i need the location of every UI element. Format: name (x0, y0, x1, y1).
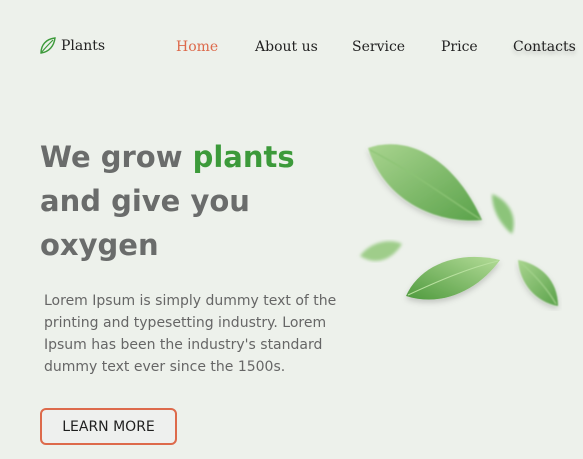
falling-leaves-image (340, 120, 583, 330)
nav-link-price[interactable]: Price (441, 39, 478, 55)
hero-headline: We grow plants and give you oxygen (40, 135, 340, 267)
brand-logo[interactable]: Plants (38, 36, 105, 56)
headline-text: We grow (40, 140, 193, 174)
leaf-small-right (492, 194, 514, 234)
leaf-right (518, 260, 558, 306)
nav-link-about[interactable]: About us (255, 39, 318, 55)
headline-highlight: plants (192, 140, 295, 174)
description-line: Ipsum has been the industry's standard (44, 337, 323, 353)
nav-link-service[interactable]: Service (352, 39, 405, 55)
learn-more-button[interactable]: LEARN MORE (40, 408, 177, 445)
description-line: printing and typesetting industry. Lorem (44, 315, 327, 331)
brand-name: Plants (61, 38, 106, 54)
leaf-outline-icon (40, 37, 56, 54)
top-navigation: Plants Home About us Service Price Conta… (0, 0, 583, 96)
leaf-small-left (360, 241, 402, 261)
leaf-middle (406, 256, 500, 300)
leaf-large (368, 144, 482, 221)
description-line: dummy text ever since the 1500s. (44, 359, 286, 375)
headline-line-1: We grow plants (40, 135, 340, 179)
description-line: Lorem Ipsum is simply dummy text of the (44, 293, 337, 309)
leaves-illustration (360, 144, 558, 306)
nav-link-home[interactable]: Home (176, 39, 218, 55)
hero-description: Lorem Ipsum is simply dummy text of the … (44, 290, 337, 378)
headline-line-3: oxygen (40, 228, 159, 262)
headline-line-2: and give you (40, 184, 250, 218)
nav-link-contacts[interactable]: Contacts (513, 39, 576, 55)
